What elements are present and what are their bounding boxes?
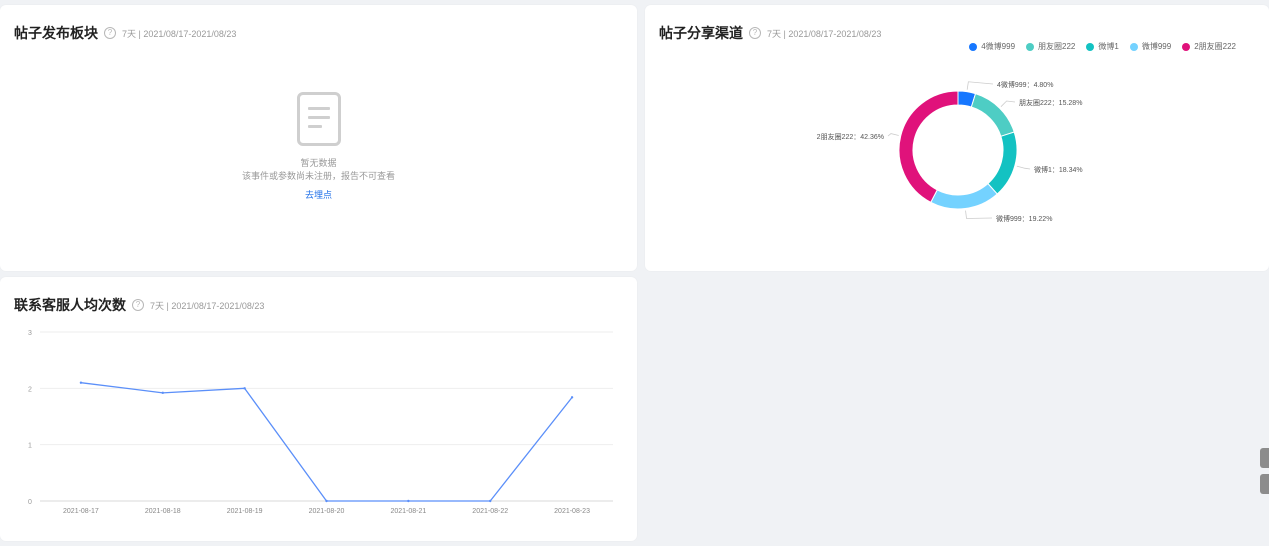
leader-line (1016, 165, 1031, 170)
empty-title: 暂无数据 (300, 158, 337, 168)
x-tick-label: 2021-08-22 (472, 508, 508, 515)
y-tick-label: 0 (28, 499, 32, 506)
line-chart: 0 1 2 3 2021-08-17 2021-08-18 2021-08-19 2021-0… (28, 330, 613, 515)
empty-description: 该事件或参数尚未注册，报告不可查看 (241, 171, 395, 181)
data-point[interactable] (325, 499, 328, 503)
leader-line (887, 133, 899, 137)
x-tick-label: 2021-08-18 (145, 508, 181, 515)
y-tick-label: 3 (28, 330, 32, 337)
go-tracking-link[interactable]: 去埋点 (305, 189, 332, 202)
empty-state: 暂无数据 该事件或参数尚未注册，报告不可查看 去埋点 (0, 92, 637, 202)
series-line[interactable] (80, 382, 573, 502)
side-tool-button[interactable] (1260, 448, 1269, 468)
side-tool-button[interactable] (1260, 474, 1269, 494)
slice-label: 4微博999：4.80% (997, 80, 1053, 89)
y-tick-label: 2 (28, 386, 32, 393)
card-header: 帖子发布板块 ? 7天 | 2021/08/17-2021/08/23 (14, 25, 236, 41)
slice-label: 微博999：19.22% (996, 214, 1052, 223)
x-tick-label: 2021-08-20 (309, 508, 345, 515)
donut-slice[interactable] (970, 93, 1015, 137)
data-point[interactable] (161, 391, 164, 395)
leader-line (965, 210, 993, 219)
donut-chart: 4微博999：4.80% 朋友圈222：15.28% 微博1：18.34% 微博999… (817, 80, 1083, 223)
leader-line (1000, 100, 1016, 107)
slice-label: 2朋友圈222：42.36% (817, 132, 884, 141)
data-point[interactable] (570, 396, 574, 399)
data-point[interactable] (407, 499, 410, 503)
x-tick-label: 2021-08-23 (554, 508, 590, 515)
data-point[interactable] (243, 387, 246, 390)
x-tick-label: 2021-08-17 (63, 508, 99, 515)
post-board-card: 帖子发布板块 ? 7天 | 2021/08/17-2021/08/23 暂无数据… (0, 5, 637, 271)
donut-slice[interactable] (898, 90, 959, 204)
card-title: 帖子发布板块 (14, 25, 98, 41)
share-channel-card: 帖子分享渠道 ? 7天 | 2021/08/17-2021/08/23 4微博9… (645, 5, 1269, 271)
data-point[interactable] (79, 381, 83, 384)
donut-slice[interactable] (930, 182, 998, 210)
contact-service-card: 联系客服人均次数 ? 7天 | 2021/08/17-2021/08/23 01… (0, 277, 637, 541)
x-tick-label: 2021-08-21 (390, 508, 426, 515)
date-range: 7天 | 2021/08/17-2021/08/23 (122, 28, 237, 39)
document-icon (296, 92, 341, 146)
data-point[interactable] (489, 499, 492, 503)
leader-line (966, 81, 994, 90)
slice-label: 微博1：18.34% (1034, 165, 1083, 174)
slice-label: 朋友圈222：15.28% (1019, 98, 1082, 107)
y-tick-label: 1 (28, 443, 32, 450)
x-tick-label: 2021-08-19 (227, 508, 263, 515)
help-icon[interactable]: ? (104, 27, 116, 39)
donut-slice[interactable] (987, 131, 1018, 195)
